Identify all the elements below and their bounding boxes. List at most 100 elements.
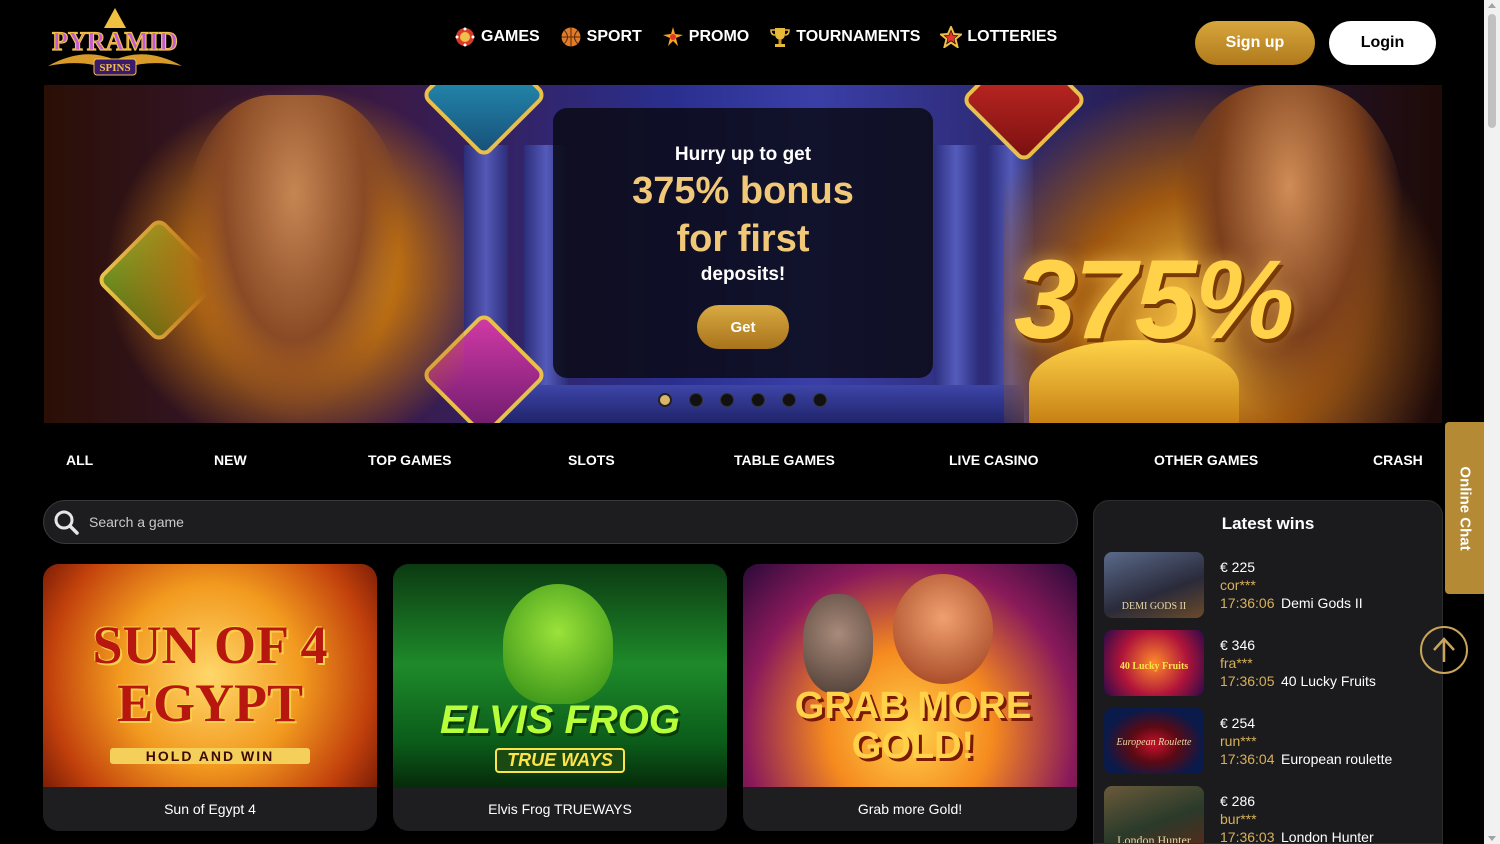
- nav-games-label: GAMES: [481, 28, 540, 45]
- win-user: fra***: [1220, 655, 1253, 671]
- trophy-icon: [770, 28, 791, 47]
- game-art-title: GRAB MORE GOLD!: [794, 685, 1032, 767]
- star-icon: [940, 26, 963, 48]
- slider-dot-3[interactable]: [720, 393, 734, 407]
- nav-sport[interactable]: SPORT: [560, 26, 642, 48]
- game-title: Elvis Frog TRUEWAYS: [393, 787, 727, 831]
- win-amount: € 346: [1220, 637, 1256, 653]
- promo-line-2: 375% bonus: [632, 170, 854, 212]
- tab-other-games[interactable]: OTHER GAMES: [1154, 452, 1258, 468]
- win-time: 17:36:04: [1220, 751, 1275, 767]
- win-game-thumbnail: London Hunter: [1104, 786, 1204, 844]
- slider-dot-2[interactable]: [689, 393, 703, 407]
- win-row[interactable]: DEMI GODS II € 225 cor*** 17:36:06 Demi …: [1104, 552, 1434, 622]
- game-card-grab-more-gold[interactable]: GRAB MORE GOLD! Grab more Gold!: [743, 564, 1077, 831]
- online-chat-label: Online Chat: [1456, 465, 1474, 551]
- win-row[interactable]: London Hunter € 286 bur*** 17:36:03 Lond…: [1104, 786, 1434, 844]
- tab-new[interactable]: NEW: [214, 452, 247, 468]
- main-nav: GAMES SPORT PROMO TOURNAMENTS LOTTERIES: [454, 26, 1057, 48]
- win-row[interactable]: 40 Lucky Fruits € 346 fra*** 17:36:05 40…: [1104, 630, 1434, 700]
- game-card-elvis-frog[interactable]: ELVIS FROG TRUE WAYS Elvis Frog TRUEWAYS: [393, 564, 727, 831]
- thumb-label: European Roulette: [1116, 737, 1192, 748]
- nav-promo[interactable]: PROMO: [662, 26, 749, 48]
- nav-lotteries[interactable]: LOTTERIES: [940, 26, 1057, 48]
- win-user: bur***: [1220, 811, 1257, 827]
- slider-dot-1[interactable]: [658, 393, 672, 407]
- win-game-thumbnail: 40 Lucky Fruits: [1104, 630, 1204, 696]
- game-art-subtitle: HOLD AND WIN: [110, 748, 310, 764]
- win-game-thumbnail: DEMI GODS II: [1104, 552, 1204, 618]
- search-icon: [54, 510, 79, 535]
- win-row[interactable]: European Roulette € 254 run*** 17:36:04 …: [1104, 708, 1434, 778]
- nav-promo-label: PROMO: [688, 28, 750, 45]
- thumb-label: London Hunter: [1117, 833, 1191, 844]
- tab-top-games[interactable]: TOP GAMES: [368, 452, 452, 468]
- game-search-bar: [43, 500, 1078, 544]
- game-title: Grab more Gold!: [743, 787, 1077, 831]
- pyramid-spins-logo[interactable]: PYRAMID SPINS: [44, 6, 186, 80]
- slider-dot-4[interactable]: [751, 393, 765, 407]
- tab-crash[interactable]: CRASH: [1373, 452, 1423, 468]
- basketball-icon: [561, 27, 581, 47]
- game-art-subtitle: TRUE WAYS: [495, 748, 625, 773]
- arrow-up-icon: [1433, 637, 1455, 662]
- cleopatra-figure-left: [184, 95, 404, 423]
- login-button[interactable]: Login: [1329, 21, 1436, 65]
- online-chat-tab[interactable]: Online Chat: [1445, 422, 1485, 594]
- tab-slots[interactable]: SLOTS: [568, 452, 615, 468]
- banner-slider-dots: [658, 393, 827, 407]
- win-time: 17:36:03: [1220, 829, 1275, 844]
- promo-line-4: deposits!: [700, 264, 786, 285]
- scroll-up-arrow-icon[interactable]: [1488, 3, 1496, 8]
- donkey-character: [803, 594, 873, 694]
- logo-text-sub: SPINS: [99, 62, 130, 74]
- game-category-tabs: ALL NEW TOP GAMES SLOTS TABLE GAMES LIVE…: [0, 452, 1440, 476]
- scroll-down-arrow-icon[interactable]: [1488, 836, 1496, 841]
- win-game-name: Demi Gods II: [1281, 595, 1363, 611]
- win-amount: € 254: [1220, 715, 1256, 731]
- tab-live-casino[interactable]: LIVE CASINO: [949, 452, 1038, 468]
- poker-chip-icon: [455, 27, 475, 47]
- win-game-name: 40 Lucky Fruits: [1281, 673, 1376, 689]
- tab-all[interactable]: ALL: [66, 452, 93, 468]
- tab-table-games[interactable]: TABLE GAMES: [734, 452, 835, 468]
- banner-pillar: [934, 145, 978, 423]
- win-time: 17:36:05: [1220, 673, 1275, 689]
- slider-dot-6[interactable]: [813, 393, 827, 407]
- win-game-name: London Hunter: [1281, 829, 1374, 844]
- get-bonus-button[interactable]: Get: [697, 305, 789, 349]
- win-game-thumbnail: European Roulette: [1104, 708, 1204, 774]
- win-amount: € 225: [1220, 559, 1256, 575]
- slider-dot-5[interactable]: [782, 393, 796, 407]
- scroll-to-top-button[interactable]: [1420, 626, 1468, 674]
- search-input[interactable]: [89, 514, 989, 530]
- signup-button[interactable]: Sign up: [1195, 21, 1315, 65]
- game-card-sun-of-egypt-4[interactable]: SUN OF 4 EGYPT HOLD AND WIN Sun of Egypt…: [43, 564, 377, 831]
- banner-big-percent: 375%: [1014, 237, 1294, 362]
- scrollbar-thumb[interactable]: [1488, 14, 1496, 128]
- sparkle-icon: [662, 27, 683, 46]
- game-thumbnail: SUN OF 4 EGYPT HOLD AND WIN: [43, 564, 377, 787]
- thumb-label: DEMI GODS II: [1121, 601, 1187, 612]
- game-art-title: SUN OF 4 EGYPT: [92, 615, 328, 733]
- game-title: Sun of Egypt 4: [43, 787, 377, 831]
- game-thumbnail: ELVIS FROG TRUE WAYS: [393, 564, 727, 787]
- nav-lotteries-label: LOTTERIES: [967, 28, 1058, 45]
- promo-line-1: Hurry up to get: [674, 144, 812, 165]
- dwarf-character: [893, 574, 993, 684]
- nav-games[interactable]: GAMES: [454, 26, 540, 48]
- bonus-promo-card: Hurry up to get 375% bonus for first dep…: [553, 108, 933, 378]
- win-user: run***: [1220, 733, 1257, 749]
- game-thumbnail: GRAB MORE GOLD!: [743, 564, 1077, 787]
- win-game-name: European roulette: [1281, 751, 1393, 767]
- latest-wins-title: Latest wins: [1221, 514, 1315, 533]
- frog-character: [503, 584, 613, 704]
- win-time: 17:36:06: [1220, 595, 1275, 611]
- game-art-title: ELVIS FROG: [439, 698, 681, 742]
- page-scrollbar[interactable]: [1484, 0, 1500, 844]
- nav-tournaments[interactable]: TOURNAMENTS: [769, 26, 920, 48]
- win-user: cor***: [1220, 577, 1256, 593]
- thumb-label: 40 Lucky Fruits: [1119, 661, 1189, 672]
- header: PYRAMID SPINS GAMES SPORT PROMO TOURNAME…: [0, 0, 1484, 85]
- nav-tournaments-label: TOURNAMENTS: [796, 28, 921, 45]
